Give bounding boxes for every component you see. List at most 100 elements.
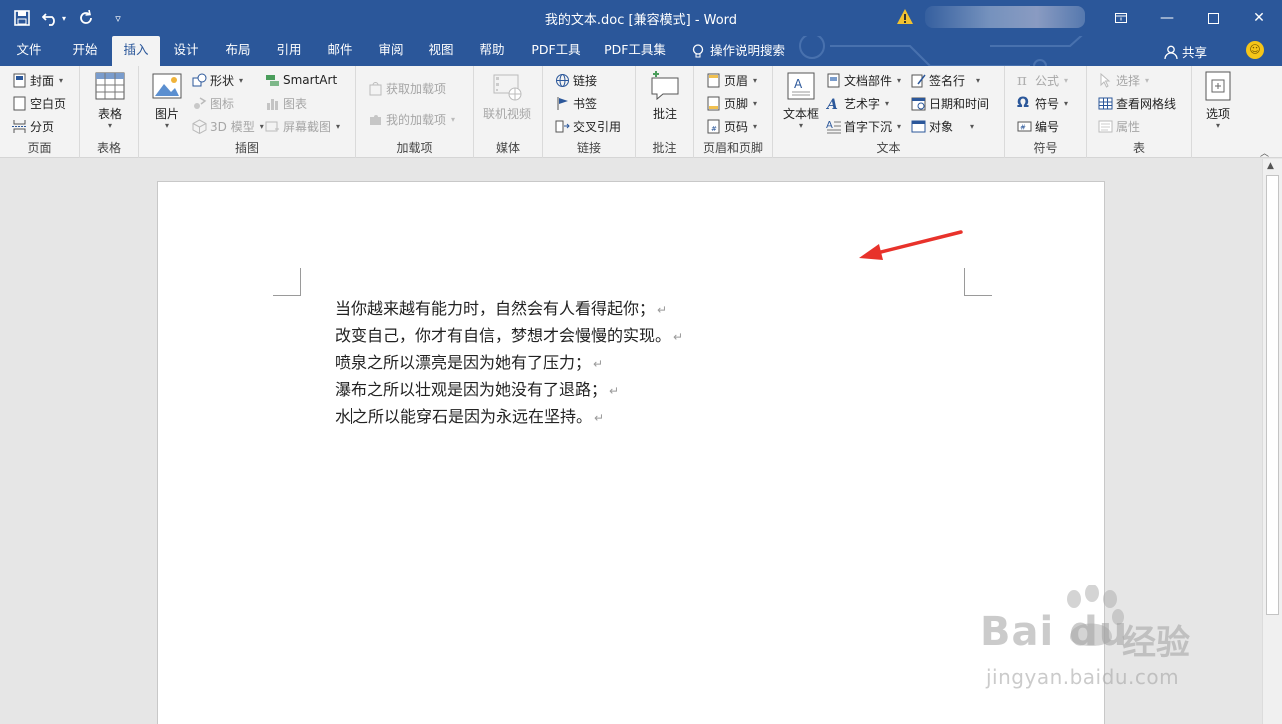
collapse-ribbon-icon[interactable]: ︿ — [1260, 146, 1269, 159]
picture-button[interactable]: 图片 ▾ — [151, 70, 183, 130]
paragraph-mark-icon: ↵ — [673, 330, 684, 344]
scroll-thumb[interactable] — [1266, 175, 1279, 615]
quick-parts-button[interactable]: 文档部件 ▾ — [826, 70, 901, 90]
options-button[interactable]: 选项 ▾ — [1202, 70, 1234, 130]
maximize-icon[interactable] — [1190, 0, 1236, 36]
smartart-icon — [266, 74, 279, 86]
gridlines-icon — [1098, 97, 1113, 109]
wordart-button[interactable]: A 艺术字 ▾ — [826, 93, 889, 113]
new-comment-button[interactable]: 批注 — [649, 70, 681, 122]
tab-references[interactable]: 引用 — [266, 36, 312, 66]
addin-puzzle-icon — [370, 114, 381, 125]
vertical-scrollbar[interactable]: ▲ — [1262, 159, 1282, 724]
my-addins-button[interactable]: 我的加载项 ▾ — [368, 109, 455, 129]
online-video-icon — [493, 74, 522, 101]
paragraph[interactable]: 当你越来越有能力时，自然会有人看得起你； ↵ — [335, 296, 683, 323]
screenshot-icon — [265, 121, 279, 131]
tab-pdf-toolset[interactable]: PDF工具集 — [597, 36, 673, 66]
link-button[interactable]: 链接 — [555, 70, 597, 90]
tab-file[interactable]: 文件 — [6, 36, 52, 66]
drop-cap-icon: A — [826, 120, 841, 133]
link-icon — [556, 73, 569, 87]
signature-line-button[interactable]: 签名行 ▾ — [911, 70, 980, 90]
calendar-icon — [911, 97, 926, 110]
select-button[interactable]: 选择 ▾ — [1098, 70, 1149, 90]
comment-icon — [651, 71, 679, 101]
numbering-icon: # — [1017, 121, 1032, 131]
paragraph[interactable]: 瀑布之所以壮观是因为她没有了退路； ↵ — [335, 377, 683, 404]
group-label-pages: 页面 — [27, 141, 52, 155]
close-icon[interactable]: ✕ — [1236, 0, 1282, 36]
group-text: A 文本框 ▾ 文档部件 ▾ A 艺术字 ▾ A 首字下沉 ▾ 签名行 ▾ 日期和时间 … — [773, 66, 1005, 158]
group-label-tables: 表格 — [96, 141, 121, 155]
shapes-icon — [192, 73, 207, 86]
tab-design[interactable]: 设计 — [163, 36, 209, 66]
table-button[interactable]: 表格 ▾ — [94, 70, 126, 130]
group-options: 选项 ▾ — [1192, 66, 1248, 158]
cross-reference-button[interactable]: 交叉引用 — [555, 116, 621, 136]
footer-icon — [707, 96, 720, 110]
paragraph-with-cursor[interactable]: 水之所以能穿石是因为永远在坚持。 ↵ — [335, 404, 683, 431]
equation-button[interactable]: π 公式 ▾ — [1017, 70, 1068, 90]
blank-page-icon — [13, 96, 26, 110]
share-button[interactable]: 共享 — [1164, 42, 1207, 61]
tab-pdf-tools[interactable]: PDF工具 — [523, 36, 589, 66]
tell-me-search[interactable]: 操作说明搜索 — [688, 36, 798, 66]
view-gridlines-button[interactable]: 查看网格线 — [1098, 93, 1176, 113]
text-before-cursor: 水 — [335, 407, 352, 426]
text-box-button[interactable]: A 文本框 ▾ — [783, 70, 819, 130]
paragraph[interactable]: 改变自己，你才有自信，梦想才会慢慢的实现。 ↵ — [335, 323, 683, 350]
cross-reference-icon — [555, 120, 570, 132]
page-break-button[interactable]: 分页 — [12, 116, 54, 136]
footer-button[interactable]: 页脚 ▾ — [706, 93, 757, 113]
document-body[interactable]: 当你越来越有能力时，自然会有人看得起你； ↵ 改变自己，你才有自信，梦想才会慢慢的… — [335, 296, 683, 431]
object-button[interactable]: 对象 ▾ — [911, 116, 974, 136]
paragraph[interactable]: 喷泉之所以漂亮是因为她有了压力； ↵ — [335, 350, 683, 377]
picture-icon — [152, 73, 182, 99]
group-media: 联机视频 媒体 — [474, 66, 543, 158]
tab-insert[interactable]: 插入 — [112, 36, 160, 66]
margin-corner-top-left — [273, 268, 301, 296]
warning-icon[interactable] — [896, 8, 914, 26]
date-time-button[interactable]: 日期和时间 — [911, 93, 989, 113]
shapes-button[interactable]: 形状 ▾ — [192, 70, 243, 90]
icons-button[interactable]: 图标 — [192, 93, 234, 113]
ribbon-display-options-icon[interactable] — [1098, 0, 1144, 36]
screenshot-button[interactable]: 屏幕截图 ▾ — [265, 116, 340, 136]
get-addins-button[interactable]: 获取加载项 — [368, 78, 446, 98]
smartart-button[interactable]: SmartArt — [265, 70, 337, 90]
paragraph-mark-icon: ↵ — [609, 384, 620, 398]
numbering-button[interactable]: # 编号 — [1017, 116, 1059, 136]
tab-layout[interactable]: 布局 — [215, 36, 261, 66]
page-number-button[interactable]: # 页码 ▾ — [706, 116, 757, 136]
text-box-icon: A — [787, 72, 815, 100]
3d-model-button[interactable]: 3D 模型 ▾ — [192, 116, 264, 136]
minimize-icon[interactable]: — — [1144, 0, 1190, 36]
bookmark-icon — [557, 96, 568, 110]
blank-page-button[interactable]: 空白页 — [12, 93, 66, 113]
group-links: 链接 书签 交叉引用 链接 — [543, 66, 636, 158]
tab-home[interactable]: 开始 — [60, 36, 110, 66]
tab-help[interactable]: 帮助 — [469, 36, 515, 66]
margin-corner-top-right — [964, 268, 992, 296]
drop-cap-button[interactable]: A 首字下沉 ▾ — [826, 116, 901, 136]
chart-button[interactable]: 图表 — [265, 93, 307, 113]
tab-review[interactable]: 审阅 — [368, 36, 414, 66]
cover-page-button[interactable]: 封面 ▾ — [12, 70, 63, 90]
scroll-up-icon[interactable]: ▲ — [1267, 161, 1274, 171]
symbol-button[interactable]: Ω 符号 ▾ — [1017, 93, 1068, 113]
feedback-smiley-icon[interactable]: ☺ — [1246, 41, 1264, 59]
tab-view[interactable]: 视图 — [418, 36, 464, 66]
tab-mailings[interactable]: 邮件 — [317, 36, 363, 66]
group-label-illustrations: 插图 — [234, 141, 259, 155]
document-area[interactable]: 当你越来越有能力时，自然会有人看得起你； ↵ 改变自己，你才有自信，梦想才会慢慢的… — [0, 159, 1262, 724]
bookmark-button[interactable]: 书签 — [555, 93, 597, 113]
header-button[interactable]: 页眉 ▾ — [706, 70, 757, 90]
properties-icon — [1098, 120, 1113, 132]
user-account-avatar[interactable] — [925, 6, 1085, 28]
online-video-button[interactable]: 联机视频 — [483, 70, 531, 122]
group-label-header-footer: 页眉和页脚 — [702, 141, 763, 155]
properties-button[interactable]: 属性 — [1098, 116, 1140, 136]
svg-text:A: A — [826, 120, 833, 131]
3d-model-icon — [192, 118, 207, 134]
